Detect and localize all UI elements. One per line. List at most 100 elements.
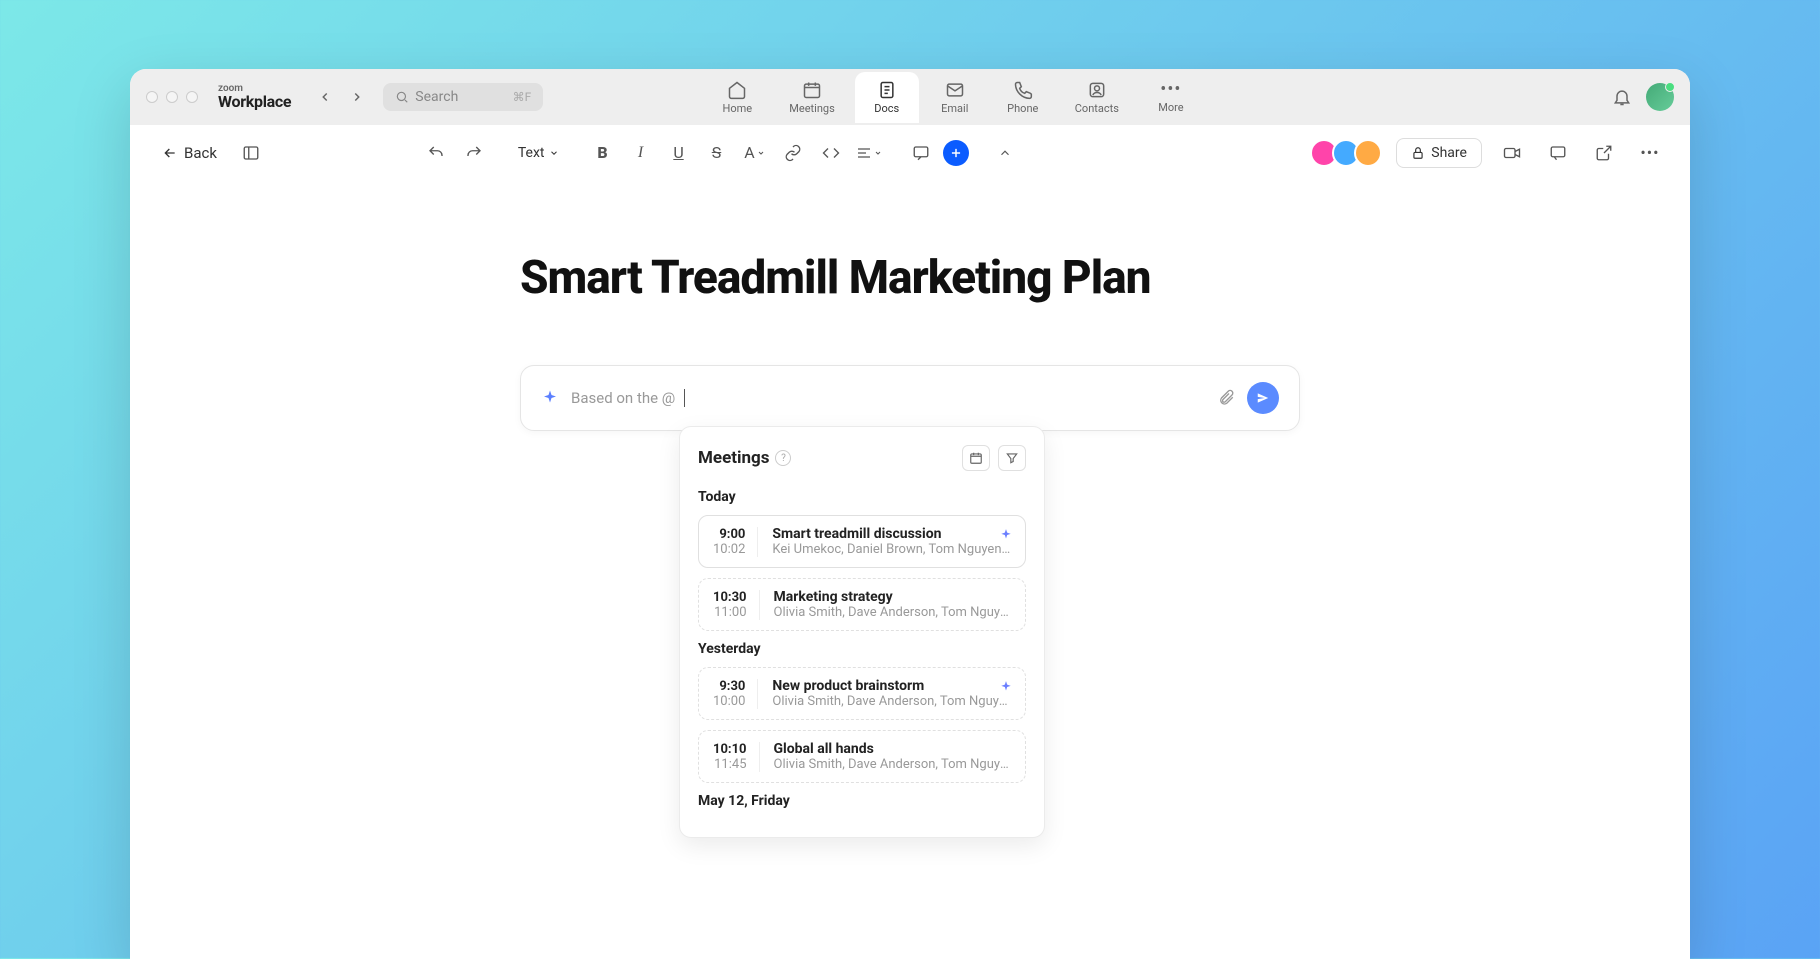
meetings-popover: Meetings ? Today 9:00 10 (679, 426, 1045, 838)
search-placeholder: Search (415, 89, 458, 105)
meeting-end-time: 10:00 (713, 694, 745, 709)
open-external-button[interactable] (1588, 137, 1620, 169)
notifications-button[interactable] (1612, 87, 1632, 107)
video-icon (1503, 144, 1521, 162)
tab-docs[interactable]: Docs (855, 72, 919, 123)
collaborator-avatars[interactable] (1316, 139, 1382, 167)
date-group-label: Yesterday (698, 641, 1026, 657)
meeting-start-time: 9:30 (719, 679, 745, 694)
window-close[interactable] (146, 91, 158, 103)
redo-button[interactable] (458, 137, 490, 169)
calendar-small-icon (969, 451, 983, 465)
comment-button[interactable] (905, 137, 937, 169)
meeting-item[interactable]: 10:10 11:45 Global all hands Olivia Smit… (698, 730, 1026, 783)
meeting-time: 10:10 11:45 (713, 742, 760, 772)
formatting-controls: Text B I U S A (420, 137, 1021, 169)
meeting-time: 10:30 11:00 (713, 590, 760, 620)
paperclip-icon (1217, 389, 1235, 407)
text-color-icon: A (744, 143, 764, 162)
comment-icon (912, 144, 930, 162)
meeting-attendees: Olivia Smith, Dave Anderson, Tom Nguyen.… (774, 605, 1012, 620)
bell-icon (1612, 87, 1632, 107)
tab-phone[interactable]: Phone (991, 72, 1055, 123)
meeting-time: 9:00 10:02 (713, 527, 758, 557)
tab-contacts[interactable]: Contacts (1059, 72, 1135, 123)
meeting-item[interactable]: 9:00 10:02 Smart treadmill discussion Ke… (698, 515, 1026, 568)
filter-icon (1005, 451, 1019, 465)
meeting-end-time: 10:02 (713, 542, 745, 557)
window-maximize[interactable] (186, 91, 198, 103)
meeting-item[interactable]: 9:30 10:00 New product brainstorm Olivia… (698, 667, 1026, 720)
code-button[interactable] (815, 137, 847, 169)
chat-button[interactable] (1542, 137, 1574, 169)
bold-button[interactable]: B (587, 137, 619, 169)
doc-content-area: Back Text B I U S A (130, 125, 1690, 959)
undo-button[interactable] (420, 137, 452, 169)
tab-home[interactable]: Home (705, 72, 769, 123)
more-icon: ••• (1160, 81, 1181, 99)
meeting-item[interactable]: 10:30 11:00 Marketing strategy Olivia Sm… (698, 578, 1026, 631)
share-button[interactable]: Share (1396, 138, 1482, 168)
back-button[interactable]: Back (154, 140, 225, 166)
tab-more[interactable]: ••• More (1139, 72, 1203, 123)
ai-sparkle-icon (999, 680, 1013, 694)
redo-icon (465, 144, 483, 162)
window-controls (146, 91, 198, 103)
titlebar: zoom Workplace Search ⌘F Home Meetings (130, 69, 1690, 125)
document-title[interactable]: Smart Treadmill Marketing Plan (520, 251, 1300, 305)
document-body: Smart Treadmill Marketing Plan Based on … (130, 181, 1690, 959)
date-group-label: May 12, Friday (698, 793, 1026, 809)
search-shortcut: ⌘F (513, 90, 532, 104)
attach-button[interactable] (1217, 389, 1235, 407)
search-input[interactable]: Search ⌘F (383, 83, 543, 111)
text-color-button[interactable]: A (739, 137, 771, 169)
filter-button[interactable] (998, 445, 1026, 471)
ai-prompt-box[interactable]: Based on the @ Meetings ? (520, 365, 1300, 431)
send-button[interactable] (1247, 382, 1279, 414)
search-icon (395, 90, 409, 104)
sparkle-icon (541, 389, 559, 407)
ai-prompt-text[interactable]: Based on the @ (571, 389, 1205, 407)
doc-toolbar-right: Share ••• (1316, 137, 1666, 169)
send-icon (1256, 391, 1270, 405)
link-button[interactable] (777, 137, 809, 169)
bold-icon: B (597, 143, 607, 162)
strike-icon: S (712, 143, 722, 162)
tab-email[interactable]: Email (923, 72, 987, 123)
nav-forward[interactable] (343, 83, 371, 111)
italic-icon: I (638, 144, 643, 162)
align-icon (856, 145, 882, 161)
insert-button[interactable] (943, 140, 969, 166)
profile-avatar[interactable] (1646, 83, 1674, 111)
doc-icon (877, 80, 897, 100)
phone-icon (1013, 80, 1033, 100)
nav-back[interactable] (311, 83, 339, 111)
doc-toolbar: Back Text B I U S A (130, 125, 1690, 181)
help-icon[interactable]: ? (775, 450, 791, 466)
calendar-button[interactable] (962, 445, 990, 471)
text-cursor (679, 389, 685, 407)
italic-button[interactable]: I (625, 137, 657, 169)
undo-icon (427, 144, 445, 162)
meeting-attendees: Kei Umekoc, Daniel Brown, Tom Nguyen... (772, 542, 1011, 557)
strike-button[interactable]: S (701, 137, 733, 169)
home-icon (727, 80, 747, 100)
meetings-list: Today 9:00 10:02 Smart treadmill discuss… (698, 489, 1026, 809)
ellipsis-icon: ••• (1640, 143, 1659, 162)
collapse-button[interactable] (989, 137, 1021, 169)
window-minimize[interactable] (166, 91, 178, 103)
video-button[interactable] (1496, 137, 1528, 169)
panel-icon (242, 144, 260, 162)
more-options-button[interactable]: ••• (1634, 137, 1666, 169)
link-icon (784, 144, 802, 162)
sidebar-toggle[interactable] (235, 137, 267, 169)
meeting-name: Marketing strategy (774, 589, 1012, 605)
underline-button[interactable]: U (663, 137, 695, 169)
meeting-name: Global all hands (774, 741, 1012, 757)
meeting-start-time: 10:10 (713, 742, 747, 757)
text-style-dropdown[interactable]: Text (510, 141, 567, 165)
meeting-name: New product brainstorm (772, 678, 1011, 694)
tab-meetings[interactable]: Meetings (773, 72, 850, 123)
plus-icon (949, 146, 963, 160)
align-button[interactable] (853, 137, 885, 169)
